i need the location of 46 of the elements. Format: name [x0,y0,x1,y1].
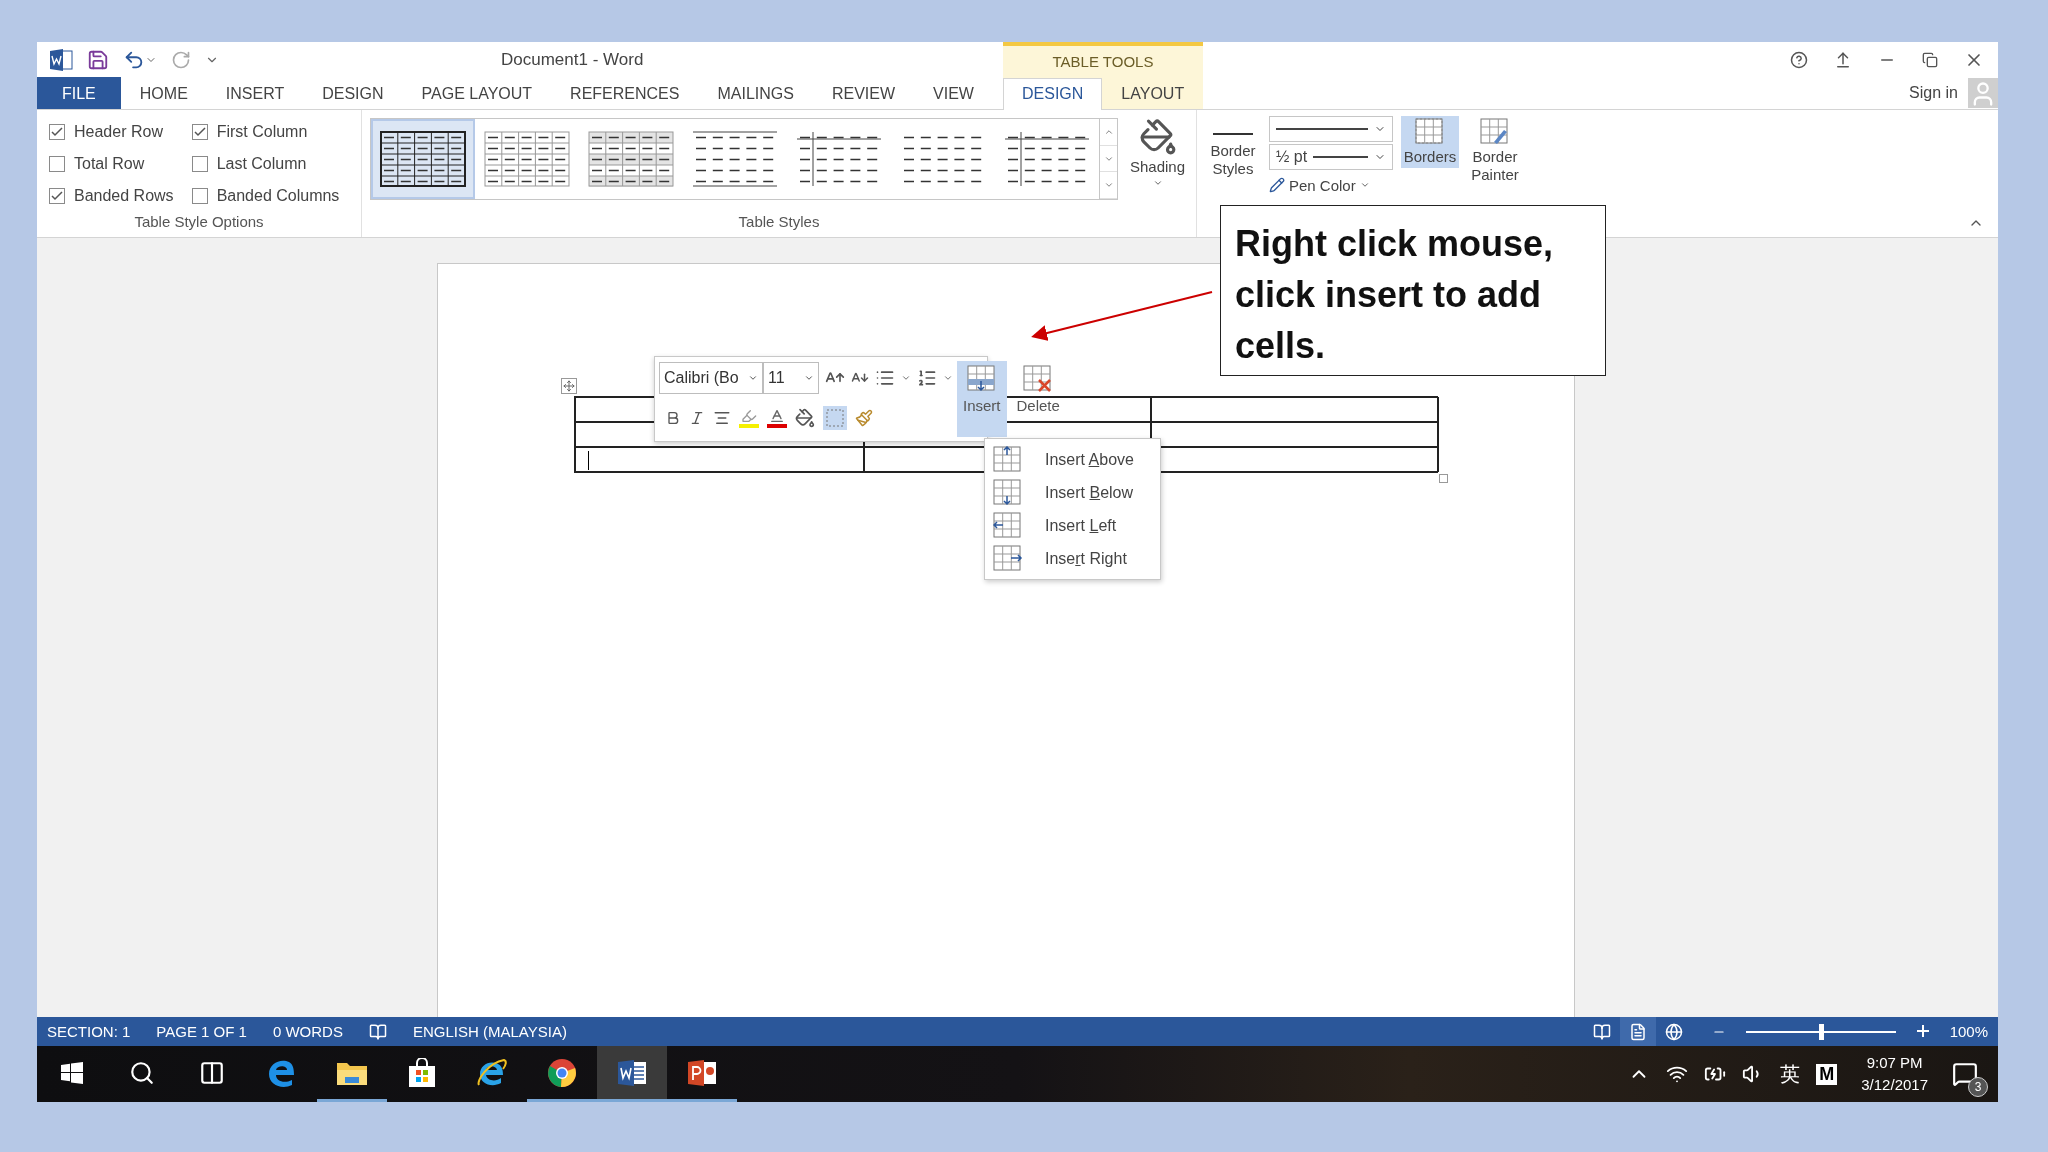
font-field[interactable]: Calibri (Bo [659,362,763,394]
menu-item[interactable]: Insert Above [985,443,1160,476]
ribbon-tab[interactable]: DESIGN [1003,77,1103,110]
ribbon-tab[interactable]: HOME [120,77,207,109]
sign-in-link[interactable]: Sign in [1909,84,1958,103]
ribbon-tab[interactable]: MAILINGS [698,77,813,109]
contextual-header: TABLE TOOLS [1051,52,1155,73]
border-styles-button[interactable]: Border Styles [1205,116,1261,180]
window-title: Document1 - Word [501,49,644,70]
checkbox-label: Header Row [74,123,163,141]
borders-button[interactable]: Borders [1401,116,1459,168]
ribbon-tab[interactable]: FILE [37,77,121,109]
delete-button[interactable]: Delete [1010,361,1066,437]
checkbox-label: Last Column [216,155,307,173]
ribbon-tab[interactable]: DESIGN [303,77,403,109]
checkbox-label: First Column [216,123,308,141]
group-label: Table Styles [737,213,821,232]
menu-item[interactable]: Insert Left [985,509,1160,542]
shading-button[interactable]: Shading [1126,116,1190,190]
zoom-level: 100% [1949,1023,1988,1040]
language-status[interactable]: ENGLISH (MALAYSIA) [412,1023,567,1040]
ribbon-tab[interactable]: INSERT [206,77,304,109]
checkbox-label: Banded Rows [74,187,174,205]
ribbon-tab[interactable]: REFERENCES [551,77,699,109]
pen-color-button[interactable]: Pen Color [1269,172,1393,198]
ribbon-tab[interactable]: PAGE LAYOUT [402,77,552,109]
status-text: 0 WORDS [272,1023,343,1040]
font-size-field[interactable]: 11 [763,362,819,394]
ribbon-tab[interactable]: LAYOUT [1102,77,1204,109]
menu-item[interactable]: Insert Below [985,476,1160,509]
notification-count: 3 [1968,1077,1988,1097]
line-weight-dropdown[interactable]: ½ pt [1269,144,1393,170]
ribbon-tab[interactable]: REVIEW [812,77,915,109]
insert-button[interactable]: Insert [957,361,1007,437]
checkbox-label: Banded Columns [216,187,340,205]
checkbox-label: Total Row [74,155,145,173]
tray-app-icon[interactable]: M [1816,1063,1838,1085]
input-method-indicator[interactable]: 英 [1780,1060,1801,1088]
status-text: PAGE 1 OF 1 [156,1023,247,1040]
menu-item[interactable]: Insert Right [985,542,1160,575]
group-label: Table Style Options [133,213,265,232]
border-painter-button[interactable]: Border Painter [1467,116,1523,186]
callout-text: Right click mouse, click insert to add cells. [1220,205,1606,376]
clock[interactable]: 9:07 PM 3/12/2017 [1861,1052,1928,1096]
status-text: SECTION: 1 [47,1023,131,1040]
ribbon-tab[interactable]: VIEW [914,77,993,109]
